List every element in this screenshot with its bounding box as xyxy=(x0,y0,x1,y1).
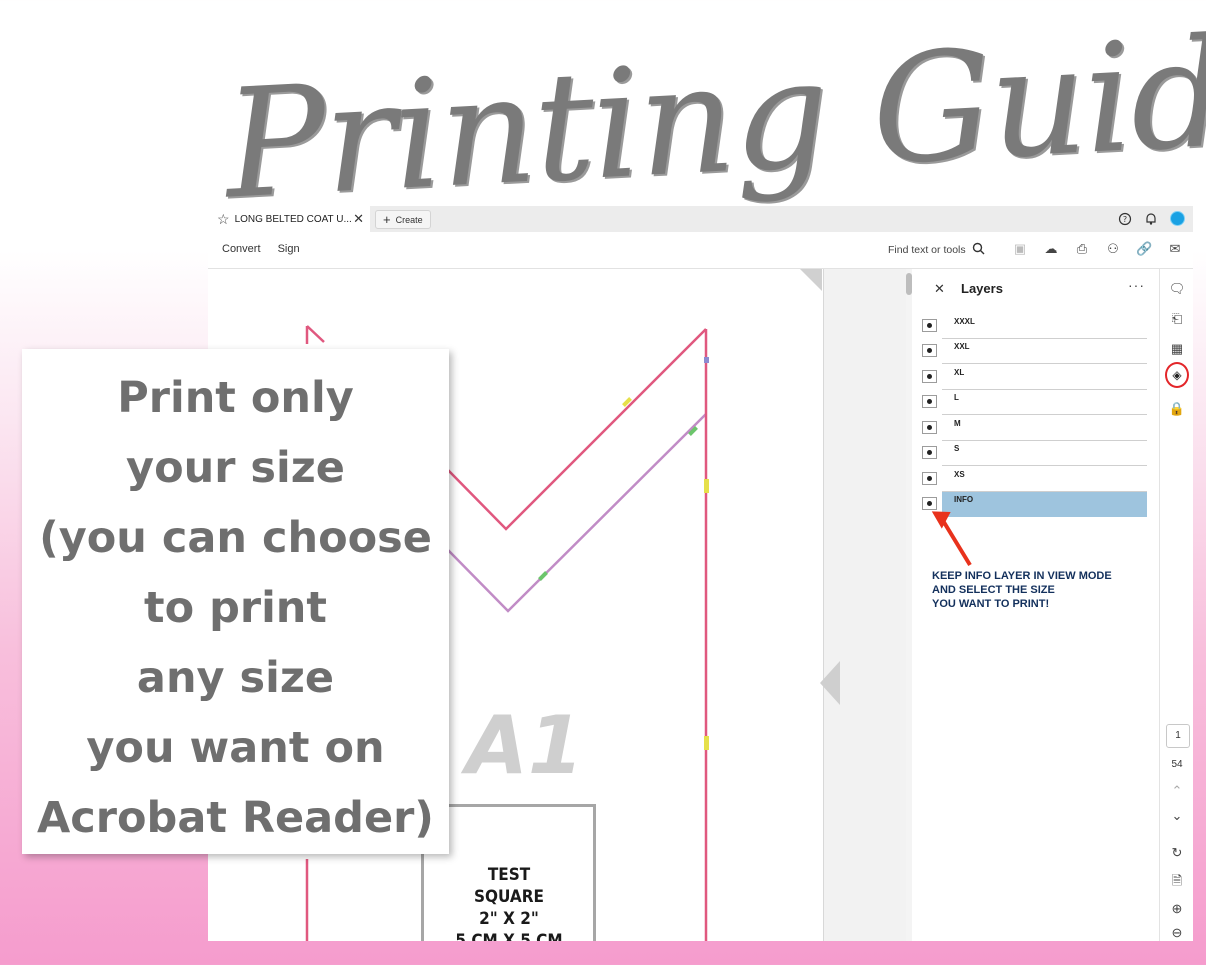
link-icon[interactable]: 🔗 xyxy=(1136,241,1152,257)
layer-row[interactable]: L xyxy=(922,390,1147,415)
test-square-cm: 5 CM X 5 CM xyxy=(455,931,563,941)
comment-icon[interactable]: 🗨 xyxy=(1160,280,1193,298)
tab-bar-icons: ? xyxy=(1118,211,1185,226)
layer-label: XXXL xyxy=(954,317,975,326)
test-square-inches: 2" X 2" xyxy=(479,909,539,929)
layers-title: Layers xyxy=(961,281,1003,296)
rotate-icon[interactable]: ↻ xyxy=(1160,844,1193,862)
eye-icon[interactable] xyxy=(922,319,937,332)
note-line: AND SELECT THE SIZE xyxy=(932,584,1055,596)
page-total: 54 xyxy=(1171,759,1183,770)
layer-label: XS xyxy=(954,470,965,479)
layers-header: ✕ Layers ··· xyxy=(916,269,1159,309)
instruction-line: you want on xyxy=(86,723,385,773)
page-corner xyxy=(800,269,822,291)
instruction-line: Acrobat Reader) xyxy=(37,793,434,843)
instruction-line: (you can choose xyxy=(39,513,432,563)
toolbar-tools: ▣ ☁ ⎙ ⚇ 🔗 ✉ xyxy=(1012,241,1183,257)
scroll-thumb[interactable] xyxy=(906,273,912,295)
right-rail: 🗨 ⎗ ▦ ◈ 🔒 1 54 ⌃ ⌄ ↻ 🗎 ⊕ ⊖ xyxy=(1159,269,1193,941)
layer-label: S xyxy=(954,444,960,453)
layer-row[interactable]: XL xyxy=(922,365,1147,390)
eye-icon[interactable] xyxy=(922,472,937,485)
instruction-line: to print xyxy=(144,583,327,633)
test-square-title: TEST SQUARE xyxy=(474,865,544,907)
layer-row[interactable]: XS xyxy=(922,467,1147,492)
close-panel-icon[interactable]: ✕ xyxy=(934,281,945,297)
collapse-panel-button[interactable] xyxy=(820,661,840,705)
layer-label: M xyxy=(954,419,961,428)
help-icon[interactable]: ? xyxy=(1118,212,1132,226)
page-number-input[interactable]: 1 xyxy=(1166,724,1190,748)
instruction-line: your size xyxy=(126,443,345,493)
search-icon xyxy=(972,242,985,258)
find-tools[interactable]: Find text or tools xyxy=(888,242,985,258)
layer-label: L xyxy=(954,393,959,402)
instruction-card: Print only your size (you can choose to … xyxy=(22,349,449,854)
page-fit-icon[interactable]: 🗎 xyxy=(1160,872,1193,890)
divider xyxy=(942,363,1147,364)
chevron-down-icon[interactable]: ⌄ xyxy=(1160,807,1193,825)
layer-row[interactable]: XXXL xyxy=(922,314,1147,339)
chevron-up-icon[interactable]: ⌃ xyxy=(1160,782,1193,800)
eye-icon[interactable] xyxy=(922,395,937,408)
instruction-line: Print only xyxy=(117,373,354,423)
eye-icon[interactable] xyxy=(922,421,937,434)
save-icon[interactable]: ▣ xyxy=(1012,241,1028,257)
layer-row[interactable]: XXL xyxy=(922,339,1147,364)
sheet-label: A1 xyxy=(466,699,584,792)
layer-row[interactable]: S xyxy=(922,441,1147,466)
page-title: Printing Guide xyxy=(220,1,1206,233)
thumbnails-icon[interactable]: ▦ xyxy=(1160,340,1193,358)
zoom-out-icon[interactable]: ⊖ xyxy=(1160,924,1193,941)
eye-icon[interactable] xyxy=(922,446,937,459)
eye-icon[interactable] xyxy=(922,344,937,357)
find-label: Find text or tools xyxy=(888,244,966,256)
star-icon[interactable]: ☆ xyxy=(217,211,230,228)
lock-icon[interactable]: 🔒 xyxy=(1160,400,1193,418)
more-options-icon[interactable]: ··· xyxy=(1128,277,1145,293)
bell-icon[interactable] xyxy=(1144,212,1158,226)
zoom-in-icon[interactable]: ⊕ xyxy=(1160,900,1193,918)
layer-label: XL xyxy=(954,368,965,377)
profile-icon[interactable] xyxy=(1170,211,1185,226)
scrollbar[interactable] xyxy=(906,269,912,941)
note-line: YOU WANT TO PRINT! xyxy=(932,598,1050,610)
upload-icon[interactable]: ☁ xyxy=(1043,241,1059,257)
arrow-icon xyxy=(931,511,972,567)
layers-note: KEEP INFO LAYER IN VIEW MODE AND SELECT … xyxy=(932,569,1112,611)
bookmark-icon[interactable]: ⎗ xyxy=(1160,310,1193,328)
page-gutter xyxy=(800,269,908,941)
share-icon[interactable]: ⚇ xyxy=(1105,241,1121,257)
svg-text:?: ? xyxy=(1123,215,1127,224)
instruction-line: any size xyxy=(136,653,335,703)
mail-icon[interactable]: ✉ xyxy=(1167,241,1183,257)
note-line: KEEP INFO LAYER IN VIEW MODE xyxy=(932,570,1112,582)
eye-icon[interactable] xyxy=(922,370,937,383)
divider xyxy=(942,465,1147,466)
divider xyxy=(942,414,1147,415)
layer-label: XXL xyxy=(954,342,970,351)
layers-icon[interactable]: ◈ xyxy=(1165,362,1189,388)
print-icon[interactable]: ⎙ xyxy=(1074,241,1090,257)
layer-row[interactable]: M xyxy=(922,416,1147,441)
layers-panel: ✕ Layers ··· XXXL XXL XL L M S XS INFO K… xyxy=(916,269,1159,941)
layer-label: INFO xyxy=(954,495,974,504)
